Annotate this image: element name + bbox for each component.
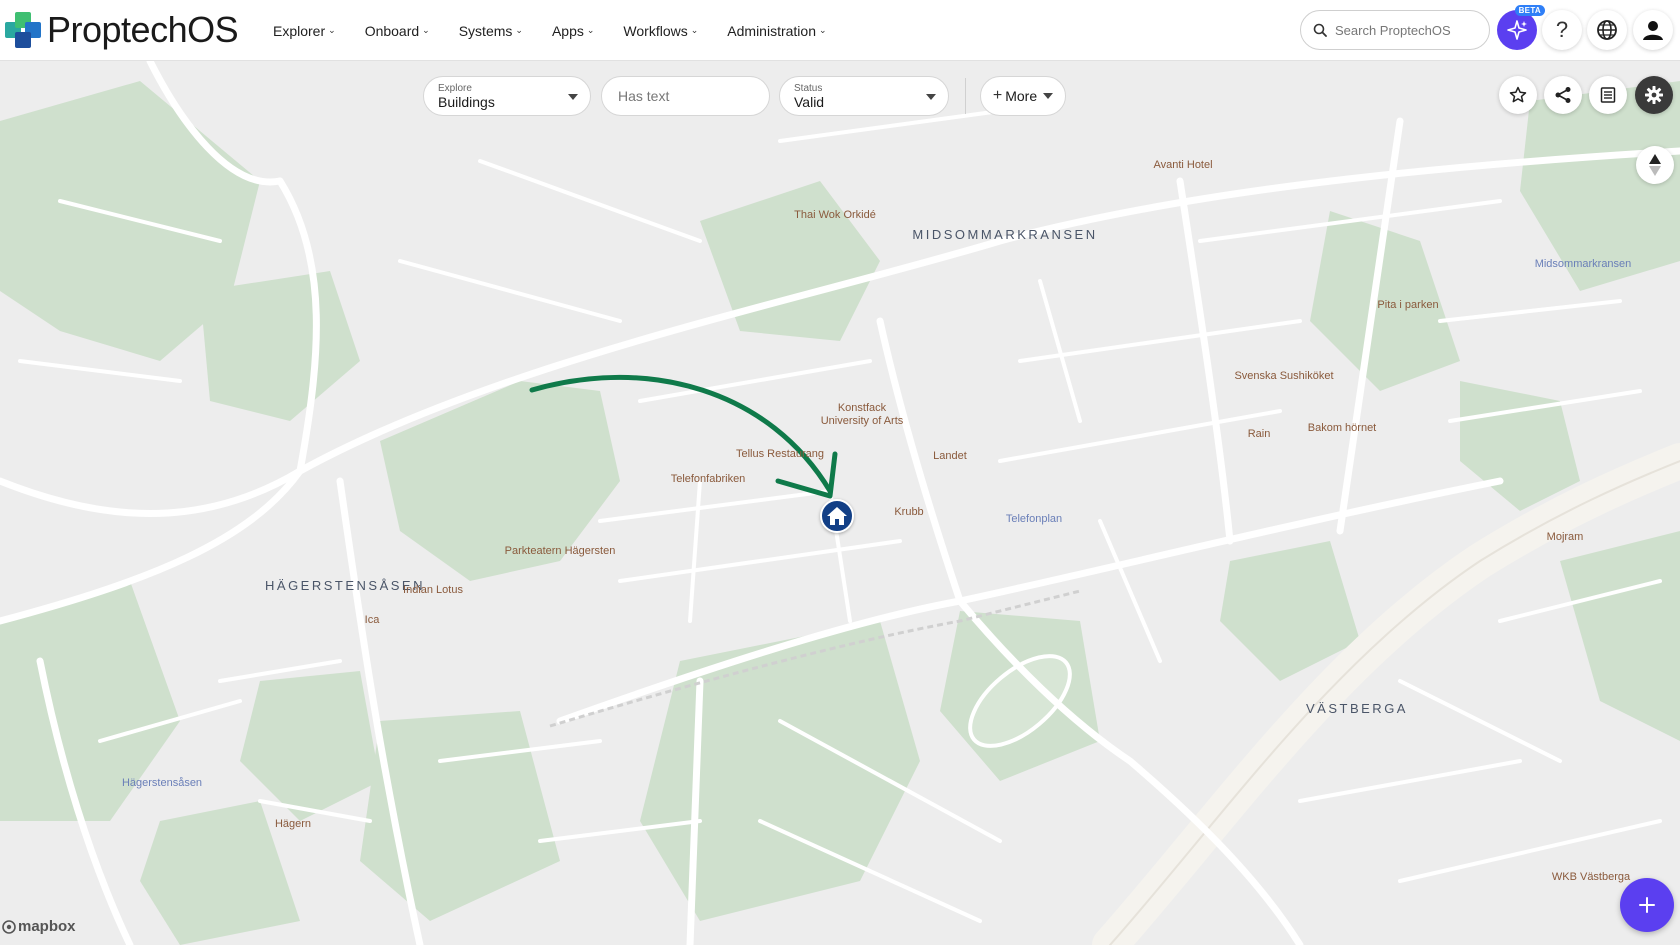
poi-label[interactable]: Parkteatern Hägersten	[505, 545, 616, 557]
app-root: MIDSOMMARKRANSEN HÄGERSTENSÅSEN VÄSTBERG…	[0, 0, 1680, 945]
explore-value: Buildings	[438, 93, 495, 110]
status-caption: Status	[794, 82, 823, 94]
chevron-down-icon: ⌄	[586, 25, 595, 35]
mapbox-icon	[2, 919, 16, 934]
status-select[interactable]: Status Valid	[779, 76, 949, 116]
poi-label[interactable]: Thai Wok Orkidé	[794, 209, 876, 221]
poi-label[interactable]: Svenska Sushiköket	[1234, 370, 1333, 382]
poi-label[interactable]: Bakom hörnet	[1308, 422, 1376, 434]
mapbox-attribution[interactable]: mapbox	[2, 918, 76, 935]
user-profile-button[interactable]	[1633, 10, 1673, 50]
filter-divider	[965, 78, 966, 114]
poi-label[interactable]: Indian Lotus	[403, 584, 463, 596]
list-icon	[1600, 87, 1616, 103]
poi-label[interactable]: Konstfack	[838, 402, 886, 414]
poi-label[interactable]: Hägern	[275, 818, 311, 830]
poi-label[interactable]: Pita i parken	[1377, 299, 1438, 311]
area-label: VÄSTBERGA	[1306, 701, 1408, 716]
poi-label[interactable]: Krubb	[894, 506, 923, 518]
has-text-input[interactable]	[616, 87, 755, 105]
compass-button[interactable]	[1636, 146, 1674, 184]
plus-icon	[1639, 897, 1655, 913]
search-input[interactable]	[1333, 21, 1483, 39]
brand-name: ProptechOS	[47, 9, 239, 50]
area-label: HÄGERSTENSÅSEN	[265, 578, 425, 593]
dropdown-arrow-icon	[1043, 93, 1054, 99]
transit-label[interactable]: Hägerstensåsen	[122, 777, 202, 789]
search-icon	[1313, 23, 1327, 37]
explore-select[interactable]: Explore Buildings	[423, 76, 591, 116]
more-filters-button[interactable]: + More	[980, 76, 1066, 116]
chevron-down-icon: ⌄	[515, 25, 523, 35]
poi-label[interactable]: Avanti Hotel	[1153, 159, 1212, 171]
nav-onboard[interactable]: Onboard ⌄	[365, 23, 430, 39]
favorite-button[interactable]	[1499, 76, 1537, 114]
explore-caption: Explore	[438, 82, 472, 94]
sparkle-icon	[1507, 20, 1527, 40]
ai-assistant-button[interactable]: BETA	[1497, 5, 1545, 50]
mapbox-label: mapbox	[18, 918, 76, 935]
poi-label[interactable]: Rain	[1248, 428, 1271, 440]
poi-label[interactable]: Telefonfabriken	[671, 473, 746, 485]
main-nav: Explorer ⌄ Onboard ⌄ Systems ⌄ Apps ⌄ Workfl…	[273, 0, 856, 61]
gear-icon	[1645, 86, 1663, 104]
nav-apps[interactable]: Apps ⌄	[552, 23, 594, 39]
share-button[interactable]	[1544, 76, 1582, 114]
compass-icon	[1649, 154, 1661, 176]
transit-label[interactable]: Midsommarkransen	[1535, 258, 1632, 270]
status-value: Valid	[794, 93, 825, 110]
poi-label[interactable]: WKB Västberga	[1552, 871, 1630, 883]
plus-icon: +	[992, 87, 1003, 104]
area-label: MIDSOMMARKRANSEN	[912, 227, 1098, 242]
language-button[interactable]	[1587, 10, 1627, 50]
chevron-down-icon: ⌄	[328, 25, 336, 35]
poi-label[interactable]: Tellus Restaurang	[736, 448, 824, 460]
house-icon	[827, 507, 847, 525]
brand-logo[interactable]: ProptechOS	[5, 9, 239, 50]
help-button[interactable]: ?	[1542, 10, 1582, 50]
dropdown-arrow-icon	[568, 94, 578, 100]
logo-icon	[5, 12, 41, 48]
global-search[interactable]	[1300, 10, 1490, 50]
user-icon	[1643, 21, 1663, 40]
help-icon: ?	[1555, 17, 1569, 42]
star-icon	[1509, 86, 1527, 103]
poi-label[interactable]: Mojram	[1547, 531, 1584, 543]
has-text-filter[interactable]	[601, 76, 770, 116]
nav-explorer[interactable]: Explorer ⌄	[273, 23, 336, 39]
poi-label[interactable]: Landet	[933, 450, 967, 462]
chevron-down-icon: ⌄	[422, 25, 430, 35]
transit-label[interactable]: Telefonplan	[1006, 513, 1062, 525]
dropdown-arrow-icon	[926, 94, 936, 100]
chevron-down-icon: ⌄	[818, 25, 827, 35]
nav-administration[interactable]: Administration ⌄	[727, 23, 826, 39]
add-button[interactable]	[1620, 878, 1674, 932]
nav-systems[interactable]: Systems ⌄	[459, 23, 523, 39]
globe-icon	[1597, 20, 1617, 40]
more-filters-label: More	[1005, 88, 1038, 104]
share-icon	[1555, 87, 1571, 103]
list-view-button[interactable]	[1589, 76, 1627, 114]
poi-label[interactable]: Ica	[365, 614, 380, 626]
nav-workflows[interactable]: Workflows ⌄	[623, 23, 698, 39]
beta-badge: BETA	[1514, 5, 1545, 16]
top-navigation-bar: ProptechOS Explorer ⌄ Onboard ⌄ Systems ⌄ A…	[0, 0, 1680, 61]
building-marker[interactable]	[820, 499, 854, 533]
poi-label[interactable]: University of Arts	[821, 415, 904, 427]
chevron-down-icon: ⌄	[690, 25, 699, 35]
settings-button[interactable]	[1635, 76, 1673, 114]
